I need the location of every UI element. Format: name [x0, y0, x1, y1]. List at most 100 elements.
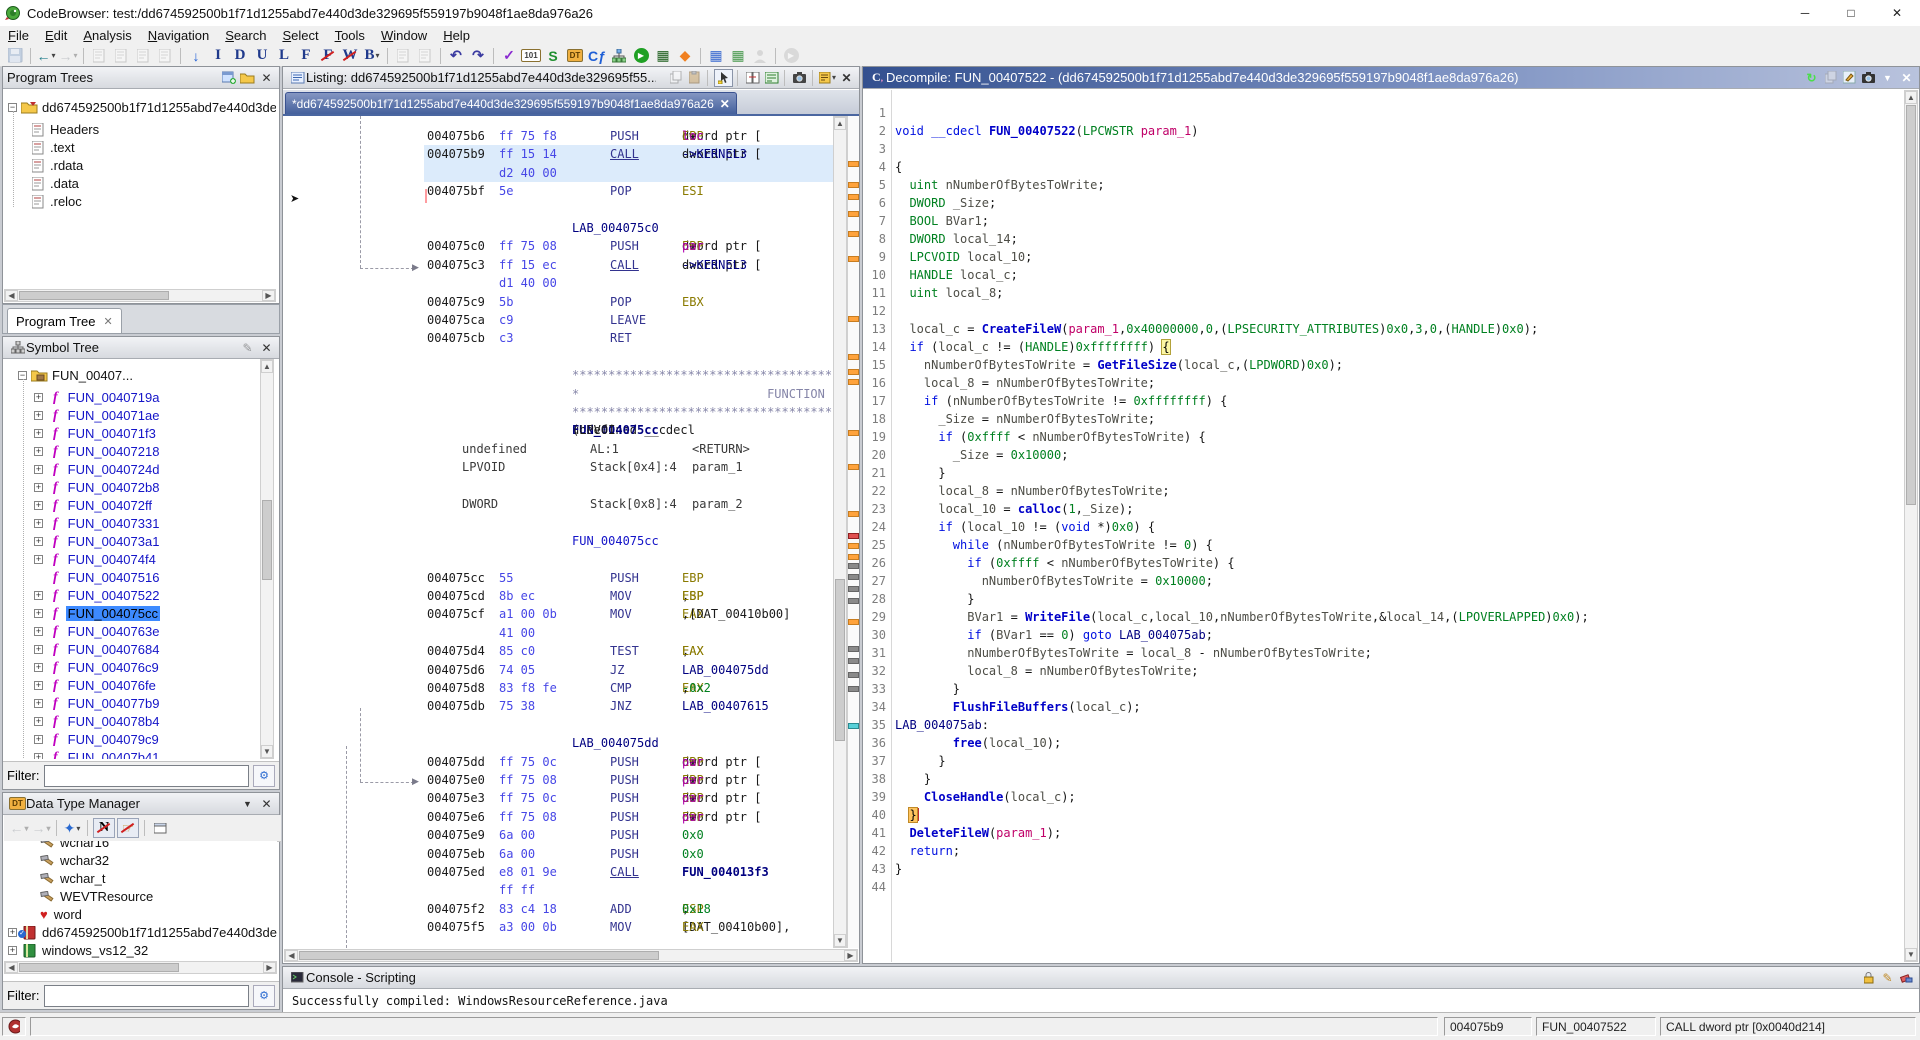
- listing-row[interactable]: 004075f283 c4 18ADDESP,0x18: [284, 900, 833, 918]
- symbol-tree-item-FUN_004074f4[interactable]: +fFUN_004074f4: [34, 551, 158, 568]
- symbol-tree-item-FUN_004072ff[interactable]: +fFUN_004072ff: [34, 497, 154, 514]
- symbol-tree-item-FUN_00407b41[interactable]: +fFUN_00407b41: [34, 749, 161, 759]
- listing-row[interactable]: LPVOIDStack[0x4]:4param_1: [284, 458, 833, 476]
- decompiler-line[interactable]: 30 if (BVar1 == 0) goto LAB_004075ab;: [864, 626, 1894, 644]
- decompiler-line[interactable]: 27 nNumberOfBytesToWrite = 0x10000;: [864, 572, 1894, 590]
- listing-row[interactable]: 004075e3ff 75 0cPUSHdword ptr [EBP + par: [284, 789, 833, 807]
- decompiler-line[interactable]: 12: [864, 302, 1894, 320]
- listing-row[interactable]: 004075cfa1 00 0bMOVEAX,[DAT_00410b00]: [284, 605, 833, 623]
- decompiler-line[interactable]: 10 HANDLE local_c;: [864, 266, 1894, 284]
- decompiler-line[interactable]: 43}: [864, 860, 1894, 878]
- decompiler-line[interactable]: 5 uint nNumberOfBytesToWrite;: [864, 176, 1894, 194]
- person-icon[interactable]: [750, 47, 770, 65]
- dtm-item-WEVTResource[interactable]: WEVTResource: [34, 888, 153, 905]
- nav-in-icon[interactable]: [111, 47, 131, 65]
- decompiler-line[interactable]: 14 if (local_c != (HANDLE)0xffffffff) {: [864, 338, 1894, 356]
- listing-row[interactable]: DWORDStack[0x8]:4param_2: [284, 495, 833, 513]
- call-tree-icon[interactable]: [609, 47, 629, 65]
- analysis-mark-icon[interactable]: [848, 723, 859, 729]
- program-tree-hscrollbar[interactable]: ◀ ▶: [4, 289, 276, 302]
- bookmark-mark-icon[interactable]: [848, 379, 859, 385]
- dtm-tree[interactable]: wchar16wchar32wchar_tWEVTResource♥word+✓…: [4, 841, 277, 961]
- pointer-down-icon[interactable]: ↓: [186, 47, 206, 65]
- close-button[interactable]: ✕: [1874, 0, 1920, 26]
- listing-row[interactable]: [284, 201, 833, 219]
- open-folder-icon[interactable]: [239, 70, 256, 86]
- memory-map-icon[interactable]: ▦: [653, 47, 673, 65]
- dtm-back-icon[interactable]: ←▾: [9, 819, 29, 837]
- cursor-location-icon[interactable]: [714, 69, 733, 87]
- listing-row[interactable]: undefinedAL:1<RETURN>: [284, 440, 833, 458]
- symbol-tree-item-FUN_0040719a[interactable]: +fFUN_0040719a: [34, 389, 161, 406]
- dtm-item-word[interactable]: ♥word: [34, 906, 82, 923]
- listing-row[interactable]: **************************************: [284, 366, 833, 384]
- decompiler-line[interactable]: 44: [864, 878, 1894, 896]
- dtm-filter-input[interactable]: [44, 985, 250, 1007]
- dtm-hscrollbar[interactable]: ◀ ▶: [4, 961, 277, 974]
- program-tree-root[interactable]: −dd674592500b1f71d1255abd7e440d3de329695…: [8, 99, 276, 116]
- maximize-button[interactable]: □: [1828, 0, 1874, 26]
- program-tree-item-rdata[interactable]: .rdata: [32, 157, 83, 174]
- listing-row[interactable]: 004075cd8b ecMOVEBP,ESP: [284, 587, 833, 605]
- refresh-icon[interactable]: ↻: [1803, 70, 1820, 86]
- listing-header[interactable]: Listing: dd674592500b1f71d1255abd7e440d3…: [283, 67, 859, 89]
- markup-l-icon[interactable]: L: [274, 47, 294, 65]
- bookmark-mark-icon[interactable]: [848, 543, 859, 549]
- bookmark-mark-icon[interactable]: [848, 430, 859, 436]
- dtm-preview-icon[interactable]: ✦▾: [62, 819, 82, 837]
- decompiler-line[interactable]: 7 BOOL BVar1;: [864, 212, 1894, 230]
- validate-icon[interactable]: ✓: [499, 47, 519, 65]
- symbol-tree-header[interactable]: Symbol Tree ✎ ✕: [3, 337, 279, 359]
- data-type-archive-icon[interactable]: DT: [565, 47, 585, 65]
- listing-row[interactable]: 004075b6ff 75 f8PUSHdword ptr [EBP + loc: [284, 127, 833, 145]
- script-manager-icon[interactable]: S: [543, 47, 563, 65]
- listing-row[interactable]: [284, 513, 833, 531]
- listing-row[interactable]: 004075cbc3RET: [284, 329, 833, 347]
- program-tree-item-data[interactable]: .data: [32, 175, 79, 192]
- symbol-tree-item-FUN_004076fe[interactable]: +fFUN_004076fe: [34, 677, 158, 694]
- decompiler-line[interactable]: 35LAB_004075ab:: [864, 716, 1894, 734]
- dtm-menu-icon[interactable]: ▼: [239, 796, 256, 812]
- listing-row[interactable]: 004075c3ff 15 ecCALLdword ptr [->KERNEL3: [284, 256, 833, 274]
- diff-view-icon[interactable]: [763, 70, 780, 86]
- listing-row[interactable]: 004075cac9LEAVE: [284, 311, 833, 329]
- save-icon[interactable]: [5, 47, 25, 65]
- markup-d-icon[interactable]: D: [230, 47, 250, 65]
- symbol-tree-item-FUN_004076c9[interactable]: +fFUN_004076c9: [34, 659, 161, 676]
- decompiler-line[interactable]: 3: [864, 140, 1894, 158]
- decompiler-line[interactable]: 13 local_c = CreateFileW(param_1,0x40000…: [864, 320, 1894, 338]
- cspec-icon[interactable]: Cƒ: [587, 47, 607, 65]
- listing-row[interactable]: FUN_004075cc: [284, 532, 833, 550]
- listing-row[interactable]: 004075eb6a 00PUSH0x0: [284, 845, 833, 863]
- listing-row[interactable]: 004075b9ff 15 14CALLdword ptr [->KERNEL3: [284, 145, 833, 163]
- listing-row[interactable]: 004075e0ff 75 08PUSHdword ptr [EBP + par: [284, 771, 833, 789]
- console-header[interactable]: Console - Scripting ✎: [283, 967, 1919, 989]
- panel-close-icon[interactable]: ✕: [258, 70, 275, 86]
- menu-search[interactable]: Search: [217, 27, 274, 44]
- tab-close-icon[interactable]: ✕: [720, 97, 730, 111]
- symbol-tree-item-FUN_004078b4[interactable]: +fFUN_004078b4: [34, 713, 161, 730]
- dtm-item-dd674592500b1f71d1[interactable]: +✓dd674592500b1f71d1255abd7e440d3de32969…: [8, 924, 277, 941]
- panel-close-icon[interactable]: ✕: [258, 796, 275, 812]
- bookmark-mark-icon[interactable]: [848, 464, 859, 470]
- decompiler-line[interactable]: 19 if (0xffff < nNumberOfBytesToWrite) {: [864, 428, 1894, 446]
- listing-row[interactable]: ff ff: [284, 881, 833, 899]
- gray-mark-icon[interactable]: [848, 598, 859, 604]
- symbol-tree-item-FUN_004071ae[interactable]: +fFUN_004071ae: [34, 407, 161, 424]
- decompiler-line[interactable]: 23 local_10 = calloc(1,_Size);: [864, 500, 1894, 518]
- listing-row[interactable]: [284, 550, 833, 568]
- dtm-item-wchar32[interactable]: wchar32: [34, 852, 109, 869]
- symbol-tree-item-FUN_00407218[interactable]: +fFUN_00407218: [34, 443, 161, 460]
- listing-row[interactable]: 004075e6ff 75 08PUSHdword ptr [EBP + par: [284, 808, 833, 826]
- dtm-header[interactable]: DT Data Type Manager ▼ ✕: [3, 793, 279, 815]
- listing-row[interactable]: 004075c95bPOPEBX: [284, 293, 833, 311]
- dtm-item-wchar16[interactable]: wchar16: [34, 841, 109, 851]
- symbol-tree-item-FUN_0040724d[interactable]: +fFUN_0040724d: [34, 461, 161, 478]
- run-disabled-icon[interactable]: ▶: [781, 47, 801, 65]
- scroll-lock-icon[interactable]: [1860, 970, 1877, 986]
- console-output[interactable]: Successfully compiled: WindowsResourceRe…: [284, 989, 1918, 1012]
- listing-row[interactable]: 004075db75 38JNZLAB_00407615: [284, 697, 833, 715]
- decompiler-line[interactable]: 2void __cdecl FUN_00407522(LPCWSTR param…: [864, 122, 1894, 140]
- listing-row[interactable]: 004075ede8 01 9eCALLFUN_004013f3: [284, 863, 833, 881]
- edit-pencil-icon[interactable]: ✎: [1879, 970, 1896, 986]
